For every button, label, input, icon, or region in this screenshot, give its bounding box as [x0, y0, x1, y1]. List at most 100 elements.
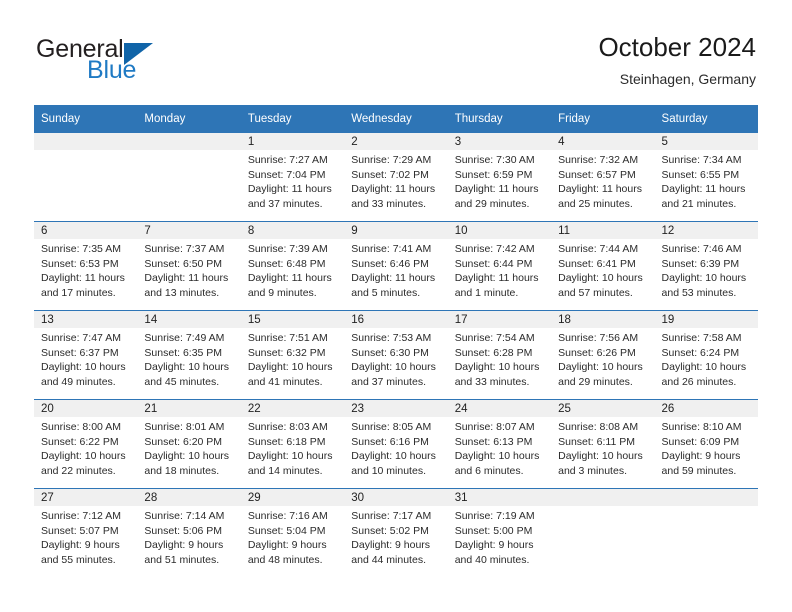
calendar-day-cell[interactable]: 13 Sunrise: 7:47 AM Sunset: 6:37 PM Dayligh… [34, 310, 138, 400]
sunrise-text: Sunrise: 7:58 AM [661, 332, 742, 344]
calendar-day-cell[interactable]: 1 Sunrise: 7:27 AM Sunset: 7:04 PM Daylight… [240, 133, 345, 222]
calendar-day-cell[interactable]: 24 Sunrise: 8:07 AM Sunset: 6:13 PM Dayligh… [447, 399, 552, 489]
calendar-day-cell[interactable]: 23 Sunrise: 8:05 AM Sunset: 6:16 PM Dayligh… [344, 399, 448, 489]
daylight-text-line1: Daylight: 11 hours [661, 183, 746, 195]
sunset-text: Sunset: 6:59 PM [454, 168, 533, 181]
calendar-day-cell[interactable]: 11 Sunrise: 7:44 AM Sunset: 6:41 PM Dayligh… [551, 221, 655, 311]
calendar-day-cell[interactable]: 25 Sunrise: 8:08 AM Sunset: 6:11 PM Dayligh… [551, 399, 655, 489]
calendar-day-cell[interactable]: 16 Sunrise: 7:53 AM Sunset: 6:30 PM Dayligh… [344, 310, 448, 400]
day-number: 25 [551, 400, 655, 417]
sunset-text: Sunset: 6:50 PM [144, 257, 223, 270]
daylight-text-line1: Daylight: 11 hours [144, 272, 229, 284]
calendar-day-cell[interactable]: 26 Sunrise: 8:10 AM Sunset: 6:09 PM Dayligh… [654, 399, 758, 489]
calendar-day-cell[interactable]: 7 Sunrise: 7:37 AM Sunset: 6:50 PM Daylight… [137, 221, 241, 311]
weekday-header-sunday: Sunday [34, 105, 138, 133]
day-cell-inner: 14 Sunrise: 7:49 AM Sunset: 6:35 PM Dayligh… [137, 311, 241, 399]
daylight-text-line2: and 26 minutes. [661, 375, 737, 388]
day-cell-inner: 8 Sunrise: 7:39 AM Sunset: 6:48 PM Daylight… [240, 222, 345, 310]
calendar-day-cell[interactable]: 12 Sunrise: 7:46 AM Sunset: 6:39 PM Dayligh… [654, 221, 758, 311]
calendar-day-cell[interactable]: 5 Sunrise: 7:34 AM Sunset: 6:55 PM Daylight… [654, 133, 758, 222]
weekday-header-monday: Monday [137, 105, 241, 133]
sunset-text: Sunset: 6:16 PM [351, 435, 429, 448]
sunrise-text: Sunrise: 7:53 AM [351, 332, 432, 344]
sunrise-text: Sunrise: 8:08 AM [558, 421, 639, 433]
calendar-day-cell[interactable]: 22 Sunrise: 8:03 AM Sunset: 6:18 PM Dayligh… [240, 399, 345, 489]
sunset-text: Sunset: 6:18 PM [247, 435, 326, 448]
daylight-text-line2: and 21 minutes. [661, 197, 737, 210]
day-number [137, 133, 241, 150]
weekday-header-thursday: Thursday [447, 105, 552, 133]
calendar-day-cell[interactable]: 2 Sunrise: 7:29 AM Sunset: 7:02 PM Daylight… [344, 133, 448, 222]
day-cell-details: Sunrise: 7:53 AM Sunset: 6:30 PM Daylight:… [344, 328, 447, 389]
daylight-text-line1: Daylight: 9 hours [661, 450, 741, 462]
sunrise-text: Sunrise: 7:47 AM [41, 332, 121, 344]
day-cell-details: Sunrise: 8:07 AM Sunset: 6:13 PM Daylight:… [448, 417, 551, 478]
daylight-text-line1: Daylight: 10 hours [454, 361, 540, 373]
day-cell-details: Sunrise: 7:39 AM Sunset: 6:48 PM Daylight:… [241, 239, 344, 300]
day-cell-details: Sunrise: 7:37 AM Sunset: 6:50 PM Daylight:… [137, 239, 240, 300]
calendar-day-cell[interactable]: 6 Sunrise: 7:35 AM Sunset: 6:53 PM Daylight… [34, 221, 138, 311]
daylight-text-line1: Daylight: 9 hours [247, 539, 327, 551]
day-cell-inner: 10 Sunrise: 7:42 AM Sunset: 6:44 PM Dayligh… [447, 222, 552, 310]
day-number: 14 [137, 311, 241, 328]
day-cell-inner: 30 Sunrise: 7:17 AM Sunset: 5:02 PM Dayligh… [344, 489, 448, 577]
daylight-text-line2: and 49 minutes. [41, 375, 116, 388]
sunset-text: Sunset: 7:02 PM [351, 168, 429, 181]
daylight-text-line2: and 37 minutes. [247, 197, 323, 210]
day-number: 27 [34, 489, 138, 506]
calendar-day-cell[interactable]: 4 Sunrise: 7:32 AM Sunset: 6:57 PM Daylight… [551, 133, 655, 222]
calendar-day-cell[interactable]: 17 Sunrise: 7:54 AM Sunset: 6:28 PM Dayligh… [447, 310, 552, 400]
calendar-day-cell[interactable]: 21 Sunrise: 8:01 AM Sunset: 6:20 PM Dayligh… [137, 399, 241, 489]
day-cell-details: Sunrise: 7:14 AM Sunset: 5:06 PM Daylight:… [137, 506, 240, 567]
general-blue-logo[interactable]: General Blue [36, 36, 216, 88]
calendar-day-cell-empty [551, 488, 655, 577]
calendar-day-cell[interactable]: 10 Sunrise: 7:42 AM Sunset: 6:44 PM Dayligh… [447, 221, 552, 311]
sunset-text: Sunset: 6:35 PM [144, 346, 223, 359]
calendar-day-cell[interactable]: 27 Sunrise: 7:12 AM Sunset: 5:07 PM Dayligh… [34, 488, 138, 577]
day-number: 26 [654, 400, 758, 417]
calendar-week-row: 20 Sunrise: 8:00 AM Sunset: 6:22 PM Dayligh… [34, 399, 758, 489]
calendar-day-cell[interactable]: 29 Sunrise: 7:16 AM Sunset: 5:04 PM Dayligh… [240, 488, 345, 577]
calendar-day-cell[interactable]: 14 Sunrise: 7:49 AM Sunset: 6:35 PM Dayligh… [137, 310, 241, 400]
day-number: 21 [137, 400, 241, 417]
calendar-day-cell[interactable]: 28 Sunrise: 7:14 AM Sunset: 5:06 PM Dayligh… [137, 488, 241, 577]
calendar-day-cell[interactable]: 18 Sunrise: 7:56 AM Sunset: 6:26 PM Dayligh… [551, 310, 655, 400]
daylight-text-line1: Daylight: 10 hours [558, 361, 643, 373]
calendar-day-cell[interactable]: 31 Sunrise: 7:19 AM Sunset: 5:00 PM Dayligh… [447, 488, 552, 577]
day-number: 15 [240, 311, 345, 328]
sunset-text: Sunset: 6:20 PM [144, 435, 223, 448]
sunset-text: Sunset: 6:11 PM [558, 435, 635, 448]
calendar-day-cell[interactable]: 8 Sunrise: 7:39 AM Sunset: 6:48 PM Daylight… [240, 221, 345, 311]
day-cell-details: Sunrise: 7:41 AM Sunset: 6:46 PM Daylight:… [344, 239, 447, 300]
daylight-text-line1: Daylight: 10 hours [661, 272, 747, 284]
weekday-header-tuesday: Tuesday [240, 105, 345, 133]
calendar-week-row: 27 Sunrise: 7:12 AM Sunset: 5:07 PM Dayligh… [34, 488, 758, 577]
day-cell-inner: 9 Sunrise: 7:41 AM Sunset: 6:46 PM Daylight… [344, 222, 448, 310]
day-cell-inner: 21 Sunrise: 8:01 AM Sunset: 6:20 PM Dayligh… [137, 400, 241, 488]
daylight-text-line2: and 37 minutes. [351, 375, 426, 388]
daylight-text-line2: and 3 minutes. [558, 464, 627, 477]
day-number: 31 [447, 489, 552, 506]
sunset-text: Sunset: 6:48 PM [247, 257, 326, 270]
day-cell-details: Sunrise: 7:30 AM Sunset: 6:59 PM Daylight:… [448, 150, 551, 211]
calendar-day-cell-empty [654, 488, 758, 577]
calendar-day-cell[interactable]: 30 Sunrise: 7:17 AM Sunset: 5:02 PM Dayligh… [344, 488, 448, 577]
daylight-text-line2: and 6 minutes. [454, 464, 524, 477]
sunrise-text: Sunrise: 7:12 AM [41, 510, 121, 522]
daylight-text-line2: and 1 minute. [454, 286, 519, 299]
calendar-day-cell[interactable]: 20 Sunrise: 8:00 AM Sunset: 6:22 PM Dayligh… [34, 399, 138, 489]
day-cell-inner: 19 Sunrise: 7:58 AM Sunset: 6:24 PM Dayligh… [654, 311, 758, 399]
day-cell-inner: 22 Sunrise: 8:03 AM Sunset: 6:18 PM Dayligh… [240, 400, 345, 488]
daylight-text-line1: Daylight: 10 hours [351, 361, 436, 373]
sunset-text: Sunset: 6:30 PM [351, 346, 429, 359]
calendar-day-cell[interactable]: 9 Sunrise: 7:41 AM Sunset: 6:46 PM Daylight… [344, 221, 448, 311]
day-cell-details: Sunrise: 8:10 AM Sunset: 6:09 PM Daylight:… [655, 417, 758, 478]
calendar-day-cell[interactable]: 3 Sunrise: 7:30 AM Sunset: 6:59 PM Daylight… [447, 133, 552, 222]
calendar-day-cell[interactable]: 19 Sunrise: 7:58 AM Sunset: 6:24 PM Dayligh… [654, 310, 758, 400]
weekday-header-wednesday: Wednesday [344, 105, 448, 133]
daylight-text-line2: and 59 minutes. [661, 464, 737, 477]
daylight-text-line1: Daylight: 10 hours [247, 450, 333, 462]
daylight-text-line2: and 5 minutes. [351, 286, 421, 299]
daylight-text-line1: Daylight: 11 hours [247, 183, 332, 195]
calendar-day-cell[interactable]: 15 Sunrise: 7:51 AM Sunset: 6:32 PM Dayligh… [240, 310, 345, 400]
